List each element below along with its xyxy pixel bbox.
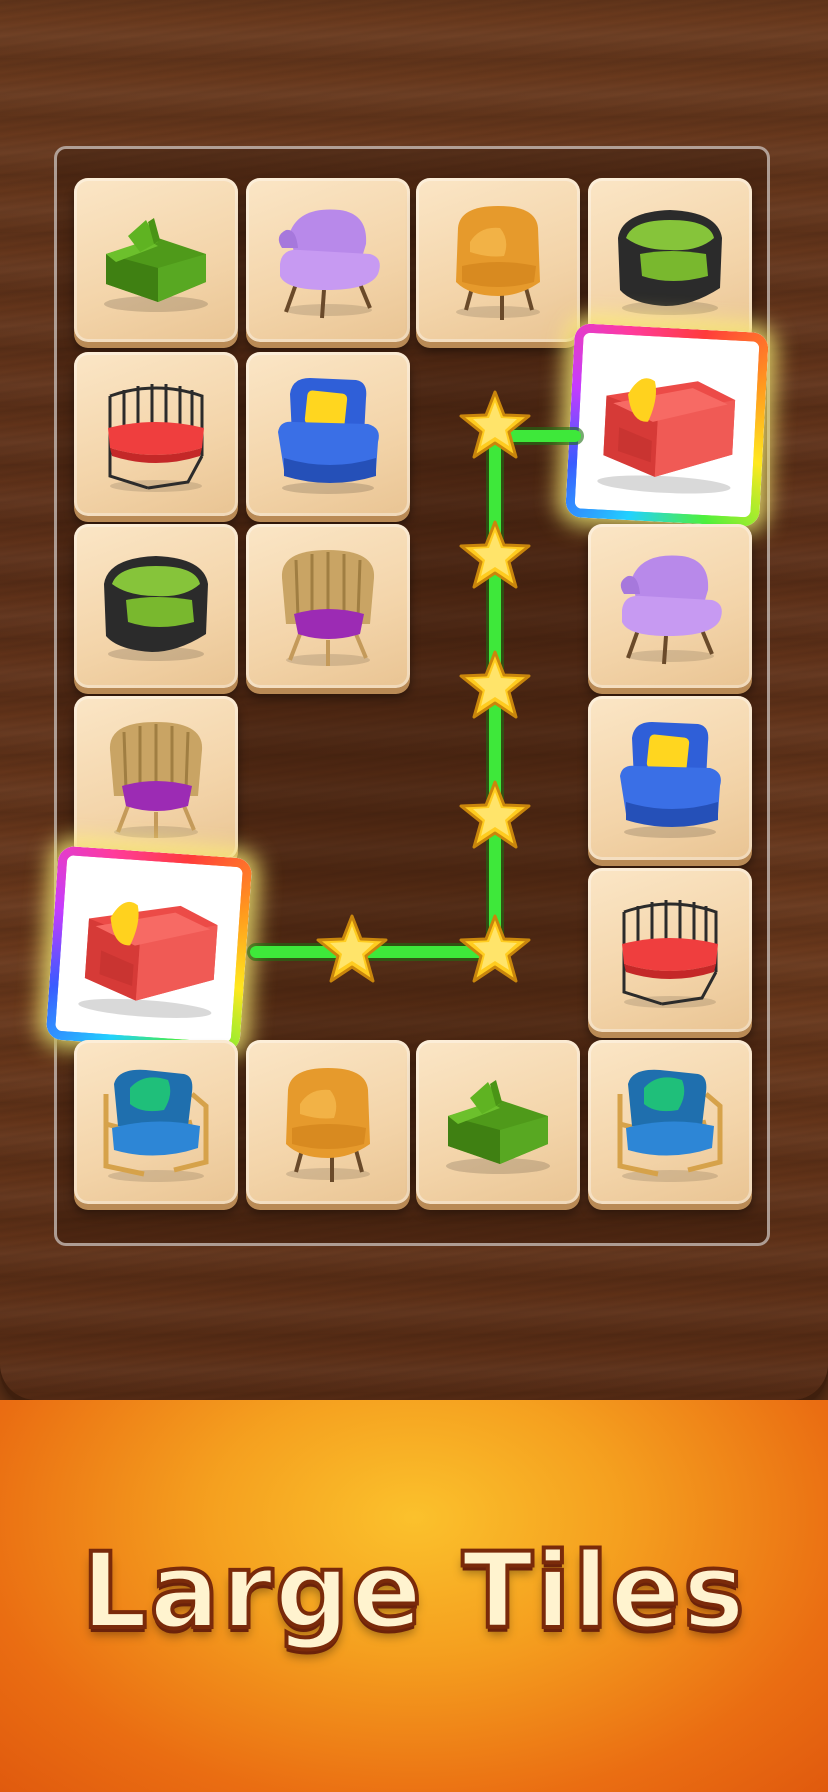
purple-armchair-icon	[278, 209, 380, 319]
tile[interactable]	[246, 1040, 410, 1204]
blue-armchair-icon	[620, 722, 721, 838]
green-sectional-sofa-icon	[446, 1080, 550, 1174]
red-loveseat-icon	[78, 902, 218, 1018]
tile[interactable]	[246, 178, 410, 342]
tile[interactable]	[588, 178, 752, 342]
tile[interactable]	[416, 178, 580, 342]
tile[interactable]	[588, 1040, 752, 1204]
tile[interactable]	[246, 352, 410, 516]
tile[interactable]	[246, 524, 410, 688]
tile[interactable]	[74, 352, 238, 516]
tile[interactable]	[74, 1040, 238, 1204]
banner-title: Large Tiles	[79, 1528, 747, 1654]
red-wire-chair-icon	[108, 384, 204, 492]
tile[interactable]	[74, 178, 238, 342]
red-wire-chair-icon	[622, 900, 718, 1008]
selected-tile[interactable]	[45, 845, 253, 1053]
green-black-tub-chair-icon	[104, 556, 208, 661]
purple-armchair-icon	[620, 555, 722, 665]
blue-frame-armchair-icon	[103, 1069, 209, 1182]
green-sectional-sofa-icon	[104, 218, 208, 312]
tile[interactable]	[588, 524, 752, 688]
tile[interactable]	[74, 696, 238, 860]
blue-armchair-icon	[278, 378, 379, 494]
orange-armchair-icon	[286, 1068, 370, 1182]
selected-tile[interactable]	[565, 323, 769, 527]
orange-armchair-icon	[456, 206, 540, 320]
tile[interactable]	[588, 868, 752, 1032]
green-black-tub-chair-icon	[618, 210, 722, 315]
tile[interactable]	[74, 524, 238, 688]
shell-back-chair-icon	[109, 722, 203, 838]
tile[interactable]	[588, 696, 752, 860]
blue-frame-armchair-icon	[617, 1069, 723, 1182]
shell-back-chair-icon	[281, 550, 375, 666]
tile[interactable]	[416, 1040, 580, 1204]
red-loveseat-icon	[597, 378, 736, 494]
